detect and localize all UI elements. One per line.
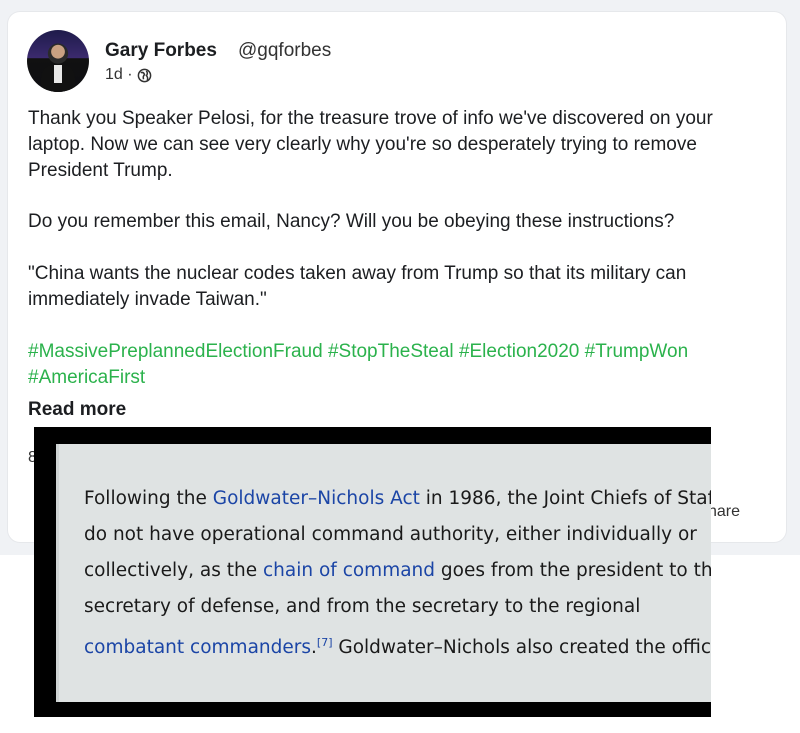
doc-text-segment: Following the	[84, 488, 213, 509]
document-text: Following the Goldwater–Nichols Act in 1…	[84, 481, 711, 666]
doc-link: chain of command	[263, 560, 436, 581]
doc-link: Goldwater–Nichols Act	[212, 488, 420, 509]
author-handle[interactable]: @gqforbes	[238, 40, 331, 62]
doc-link: combatant commanders	[84, 637, 312, 659]
hashtag-list: #MassivePreplannedElectionFraud #StopThe…	[28, 339, 778, 391]
share-button-label[interactable]: hare	[708, 503, 740, 521]
embedded-image: Following the Goldwater–Nichols Act in 1…	[34, 427, 711, 717]
hashtag-link[interactable]: #StopTheSteal	[328, 341, 454, 362]
post-paragraph-2: Do you remember this email, Nancy? Will …	[28, 211, 675, 232]
hashtag-link[interactable]: #AmericaFirst	[28, 367, 145, 388]
globe-icon	[137, 68, 151, 82]
post-meta: 1d ·	[105, 66, 152, 84]
author-avatar[interactable]	[27, 30, 89, 92]
document-photo: Following the Goldwater–Nichols Act in 1…	[56, 444, 711, 702]
hashtag-link[interactable]: #TrumpWon	[585, 341, 688, 362]
hashtag-link[interactable]: #MassivePreplannedElectionFraud	[28, 341, 323, 362]
author-name[interactable]: Gary Forbes	[105, 40, 217, 62]
doc-text-segment: Goldwater–Nichols also created the offic…	[332, 637, 711, 659]
post-time[interactable]: 1d ·	[105, 66, 133, 84]
doc-citation: [7]	[316, 636, 333, 649]
avatar-shirt	[54, 65, 62, 83]
hashtag-link[interactable]: #Election2020	[459, 341, 579, 362]
post-paragraph-3: "China wants the nuclear codes taken awa…	[28, 263, 687, 310]
read-more-link[interactable]: Read more	[28, 399, 126, 421]
post-paragraph-1: Thank you Speaker Pelosi, for the treasu…	[28, 108, 713, 181]
